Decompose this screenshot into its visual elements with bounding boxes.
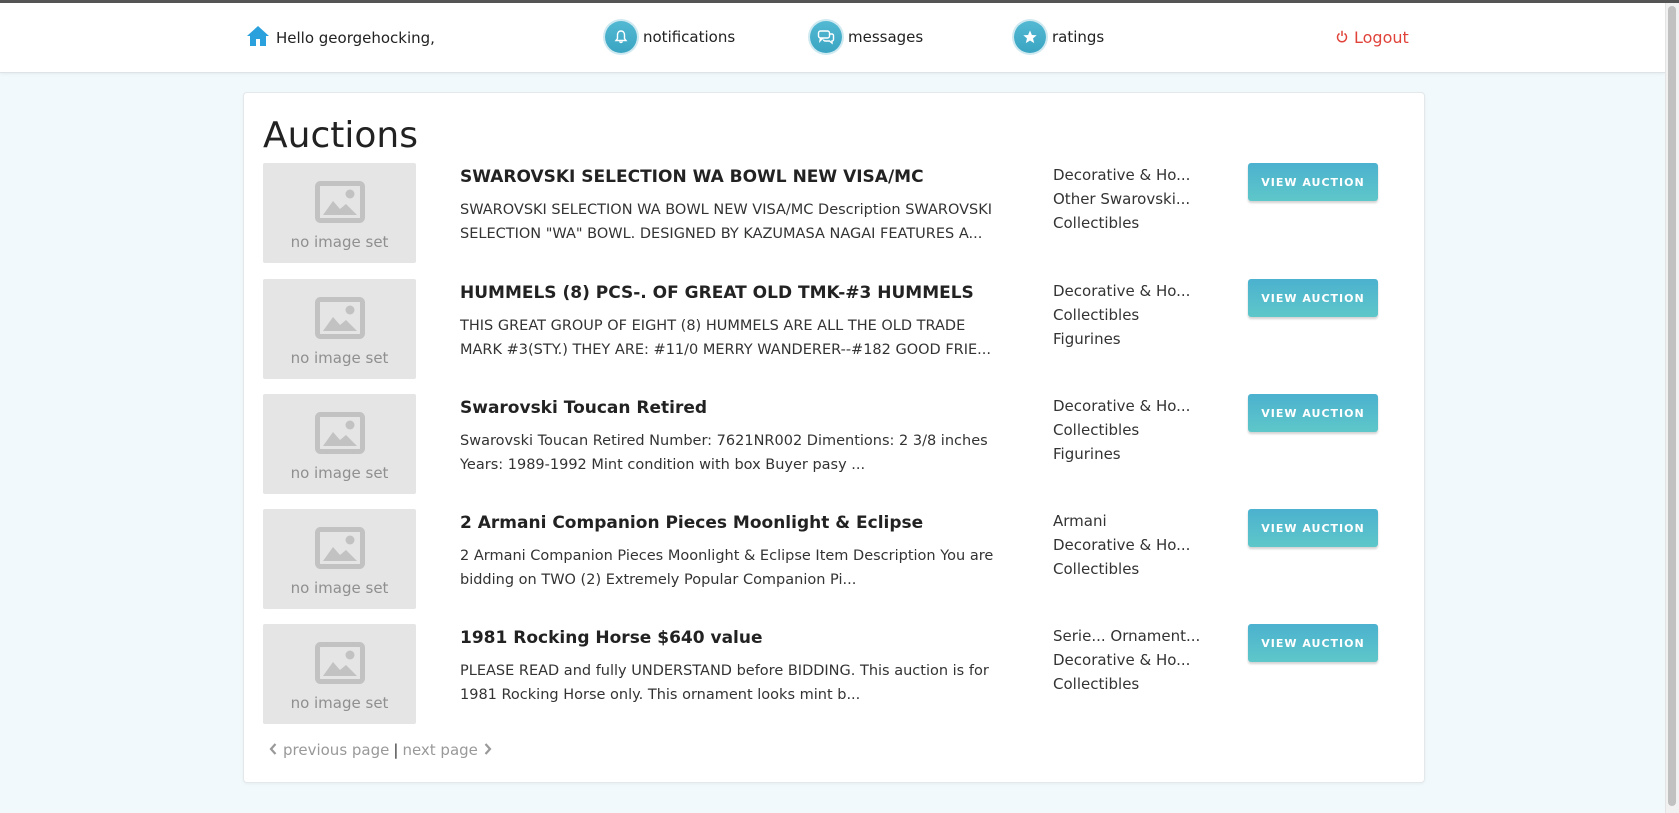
bell-icon <box>605 21 637 53</box>
auction-title[interactable]: 2 Armani Companion Pieces Moonlight & Ec… <box>460 513 923 533</box>
auction-categories: Decorative & Ho... Collectibles Figurine… <box>1053 394 1193 466</box>
chevron-right-icon <box>484 741 492 759</box>
category-label: Collectibles <box>1053 675 1140 693</box>
auction-description: 2 Armani Companion Pieces Moonlight & Ec… <box>460 548 994 588</box>
auction-description: SWAROVSKI SELECTION WA BOWL NEW VISA/MC … <box>460 202 993 242</box>
auction-row: no image set HUMMELS (8) PCS-. OF GREAT … <box>263 279 1403 379</box>
chevron-left-icon <box>269 741 277 759</box>
auction-row: no image set 1981 Rocking Horse $640 val… <box>263 624 1403 724</box>
category-label: Collectibles <box>1053 214 1140 232</box>
image-placeholder-icon <box>314 527 365 573</box>
view-auction-button[interactable]: VIEW AUCTION <box>1248 624 1378 662</box>
top-navbar: Hello georgehocking, notifications messa… <box>0 3 1665 73</box>
category-label: Collectibles <box>1053 421 1140 439</box>
auction-categories: Armani Decorative & Ho... Collectibles <box>1053 509 1193 581</box>
pagination: previous page | next page <box>269 741 492 759</box>
auction-title[interactable]: SWAROVSKI SELECTION WA BOWL NEW VISA/MC <box>460 167 924 187</box>
category-label: Decorative & Ho... <box>1053 166 1191 184</box>
auction-row: no image set Swarovski Toucan Retired Sw… <box>263 394 1403 494</box>
view-auction-button[interactable]: VIEW AUCTION <box>1248 163 1378 201</box>
auction-row: no image set SWAROVSKI SELECTION WA BOWL… <box>263 163 1403 263</box>
auction-thumbnail: no image set <box>263 279 416 379</box>
page-title: Auctions <box>263 115 418 156</box>
ratings-link[interactable]: ratings <box>1014 21 1104 53</box>
no-image-text: no image set <box>290 694 389 712</box>
auction-categories: Serie... Ornament... Decorative & Ho... … <box>1053 624 1201 696</box>
auction-thumbnail: no image set <box>263 394 416 494</box>
power-icon <box>1336 28 1348 47</box>
chat-icon <box>810 21 842 53</box>
auction-title[interactable]: HUMMELS (8) PCS-. OF GREAT OLD TMK-#3 HU… <box>460 283 974 303</box>
previous-page-link[interactable]: previous page <box>269 741 389 759</box>
notifications-label: notifications <box>643 28 736 46</box>
view-auction-button[interactable]: VIEW AUCTION <box>1248 394 1378 432</box>
auction-categories: Decorative & Ho... Other Swarovski... Co… <box>1053 163 1193 235</box>
image-placeholder-icon <box>314 412 365 458</box>
category-label: Decorative & Ho... <box>1053 651 1191 669</box>
category-label: Collectibles <box>1053 560 1140 578</box>
next-page-label: next page <box>402 741 478 759</box>
no-image-text: no image set <box>290 233 389 251</box>
greeting-text: Hello georgehocking, <box>276 29 435 47</box>
messages-label: messages <box>848 28 924 46</box>
star-icon <box>1014 21 1046 53</box>
image-placeholder-icon <box>314 642 365 688</box>
auction-description: THIS GREAT GROUP OF EIGHT (8) HUMMELS AR… <box>460 318 992 358</box>
scrollbar-thumb[interactable] <box>1668 6 1676 806</box>
messages-link[interactable]: messages <box>810 21 923 53</box>
ratings-label: ratings <box>1052 28 1105 46</box>
auction-thumbnail: no image set <box>263 624 416 724</box>
notifications-link[interactable]: notifications <box>605 21 735 53</box>
auction-thumbnail: no image set <box>263 509 416 609</box>
image-placeholder-icon <box>314 181 365 227</box>
previous-page-label: previous page <box>283 741 390 759</box>
auction-thumbnail: no image set <box>263 163 416 263</box>
image-placeholder-icon <box>314 297 365 343</box>
auction-categories: Decorative & Ho... Collectibles Figurine… <box>1053 279 1193 351</box>
view-auction-button[interactable]: VIEW AUCTION <box>1248 279 1378 317</box>
category-label: Serie... Ornament... <box>1053 627 1201 645</box>
category-label: Figurines <box>1053 330 1121 348</box>
next-page-link[interactable]: next page <box>402 741 492 759</box>
auction-row: no image set 2 Armani Companion Pieces M… <box>263 509 1403 609</box>
auction-title[interactable]: Swarovski Toucan Retired <box>460 398 707 418</box>
category-label: Decorative & Ho... <box>1053 536 1191 554</box>
home-icon <box>246 25 270 51</box>
no-image-text: no image set <box>290 579 389 597</box>
category-label: Other Swarovski... <box>1053 190 1191 208</box>
category-label: Collectibles <box>1053 306 1140 324</box>
logout-link[interactable]: Logout <box>1336 28 1409 47</box>
no-image-text: no image set <box>290 464 389 482</box>
auction-description: PLEASE READ and fully UNDERSTAND before … <box>460 663 989 703</box>
auctions-panel: Auctions no image set SWAROVSKI SELECTIO… <box>243 92 1425 783</box>
logout-label: Logout <box>1354 28 1409 47</box>
no-image-text: no image set <box>290 349 389 367</box>
category-label: Armani <box>1053 512 1107 530</box>
pagination-separator: | <box>393 741 399 759</box>
category-label: Decorative & Ho... <box>1053 282 1191 300</box>
view-auction-button[interactable]: VIEW AUCTION <box>1248 509 1378 547</box>
auction-description: Swarovski Toucan Retired Number: 7621NR0… <box>460 433 988 473</box>
auction-title[interactable]: 1981 Rocking Horse $640 value <box>460 628 763 648</box>
category-label: Figurines <box>1053 445 1121 463</box>
home-link[interactable]: Hello georgehocking, <box>246 25 435 51</box>
category-label: Decorative & Ho... <box>1053 397 1191 415</box>
